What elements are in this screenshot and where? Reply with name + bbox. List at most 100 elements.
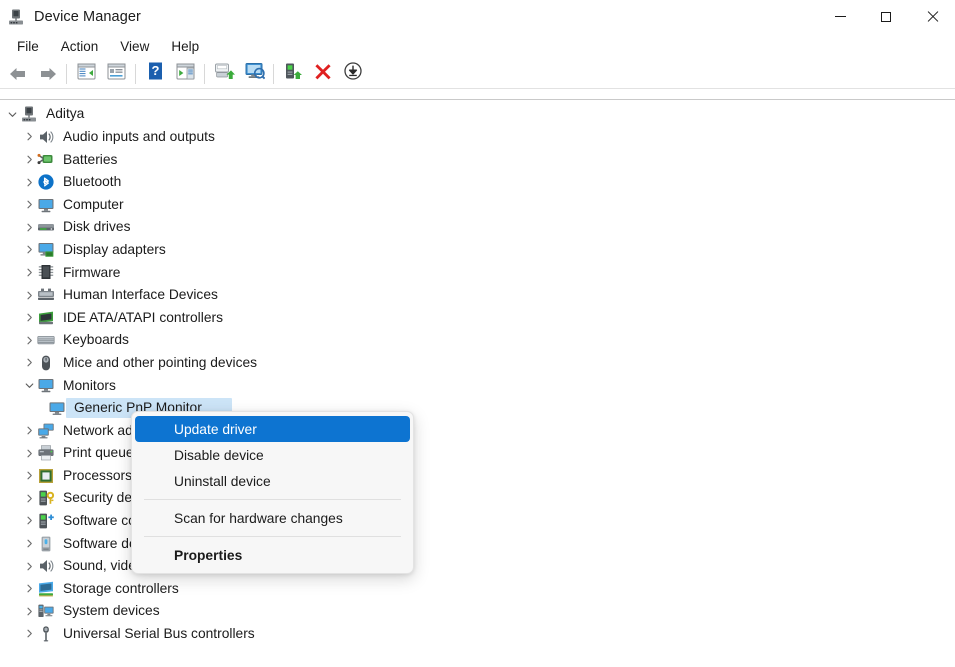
toolbar: ? [0,59,955,88]
tree-row-root[interactable]: Aditya [0,103,955,126]
update-driver-button[interactable] [209,61,239,87]
tree-row-human-interface-devices[interactable]: Human Interface Devices [0,284,955,307]
tree-label: Keyboards [63,332,129,348]
context-menu-item-update-driver[interactable]: Update driver [135,416,410,442]
chevron-right-icon[interactable] [21,352,37,374]
tree-row-disk-drives[interactable]: Disk drives [0,216,955,239]
bluetooth-icon [37,173,55,191]
chevron-right-icon[interactable] [21,307,37,329]
firmware-chip-icon [37,263,55,281]
chevron-right-icon[interactable] [21,194,37,216]
tree-label: IDE ATA/ATAPI controllers [63,309,223,325]
show-hide-action-pane-icon [176,63,195,85]
chevron-right-icon[interactable] [21,487,37,509]
menu-item-help[interactable]: Help [160,36,210,57]
chevron-right-icon[interactable] [21,126,37,148]
show-hide-action-pane-button[interactable] [170,61,200,87]
minimize-icon [834,16,846,17]
enable-device-button[interactable] [278,61,308,87]
show-hide-console-tree-button[interactable] [71,61,101,87]
chevron-down-icon[interactable] [4,103,20,125]
tree-label: Universal Serial Bus controllers [63,626,255,642]
mouse-icon [37,354,55,372]
close-icon [926,10,939,23]
chevron-right-icon[interactable] [21,533,37,555]
tree-row-batteries[interactable]: Batteries [0,148,955,171]
tree-label: Monitors [63,377,116,393]
tree-row-mice-and-other-pointing-devices[interactable]: Mice and other pointing devices [0,352,955,375]
software-component-icon [37,512,55,530]
maximize-button[interactable] [863,0,909,33]
tree-label: Processors [63,467,133,483]
install-legacy-hardware-button[interactable] [338,61,368,87]
properties-button[interactable] [101,61,131,87]
context-menu-separator [144,536,401,537]
forward-button[interactable] [32,61,62,87]
security-device-icon [37,489,55,507]
enable-device-icon [284,62,303,85]
tree-label: System devices [63,603,160,619]
scan-for-hardware-changes-icon [244,62,265,85]
tree-label: Batteries [63,151,118,167]
chevron-down-icon[interactable] [21,374,37,396]
tree-row-audio-inputs-and-outputs[interactable]: Audio inputs and outputs [0,126,955,149]
ide-controller-icon [37,309,55,327]
chevron-right-icon[interactable] [21,510,37,532]
context-menu-item-properties[interactable]: Properties [135,542,410,568]
tree-row-universal-serial-bus-controllers[interactable]: Universal Serial Bus controllers [0,623,955,646]
tree-row-monitors[interactable]: Monitors [0,374,955,397]
toolbar-separator [135,63,136,84]
menu-bar: File Action View Help [0,33,955,59]
scan-for-hardware-changes-button[interactable] [239,61,269,87]
tree-row-storage-controllers[interactable]: Storage controllers [0,577,955,600]
chevron-right-icon[interactable] [21,216,37,238]
chevron-right-icon[interactable] [21,239,37,261]
chevron-right-icon[interactable] [21,442,37,464]
chevron-right-icon[interactable] [21,148,37,170]
uninstall-device-button[interactable] [308,61,338,87]
toolbar-separator [273,63,274,84]
context-menu: Update driver Disable device Uninstall d… [131,411,414,574]
tree-row-keyboards[interactable]: Keyboards [0,329,955,352]
computer-root-icon [20,105,38,123]
tree-row-bluetooth[interactable]: Bluetooth [0,171,955,194]
tree-label: Computer [63,196,124,212]
display-adapter-icon [37,241,55,259]
context-menu-item-uninstall-device[interactable]: Uninstall device [135,468,410,494]
software-device-icon [37,535,55,553]
minimize-button[interactable] [817,0,863,33]
tree-row-display-adapters[interactable]: Display adapters [0,239,955,262]
close-button[interactable] [909,0,955,33]
window-controls [817,0,955,33]
chevron-right-icon[interactable] [21,465,37,487]
chevron-right-icon[interactable] [21,261,37,283]
menu-item-file[interactable]: File [6,36,50,57]
toolbar-separator [66,63,67,84]
show-hide-console-tree-icon [77,63,96,85]
chevron-right-icon[interactable] [21,623,37,645]
menu-item-view[interactable]: View [109,36,160,57]
back-button[interactable] [2,61,32,87]
properties-icon [107,63,126,85]
tree-label: Mice and other pointing devices [63,354,258,370]
speaker-icon [37,128,55,146]
chevron-right-icon[interactable] [21,171,37,193]
tree-row-system-devices[interactable]: System devices [0,600,955,623]
speaker-icon [37,557,55,575]
hid-icon [37,286,55,304]
chevron-right-icon[interactable] [21,600,37,622]
context-menu-item-scan-for-hardware-changes[interactable]: Scan for hardware changes [135,505,410,531]
chevron-right-icon[interactable] [21,578,37,600]
tree-row-computer[interactable]: Computer [0,193,955,216]
chevron-right-icon[interactable] [21,420,37,442]
back-arrow-icon [8,66,27,81]
chevron-right-icon[interactable] [21,329,37,351]
disk-drive-icon [37,218,55,236]
context-menu-item-disable-device[interactable]: Disable device [135,442,410,468]
tree-row-ide-ata-atapi-controllers[interactable]: IDE ATA/ATAPI controllers [0,306,955,329]
tree-row-firmware[interactable]: Firmware [0,261,955,284]
chevron-right-icon[interactable] [21,284,37,306]
chevron-right-icon[interactable] [21,555,37,577]
help-button[interactable]: ? [140,61,170,87]
menu-item-action[interactable]: Action [50,36,110,57]
